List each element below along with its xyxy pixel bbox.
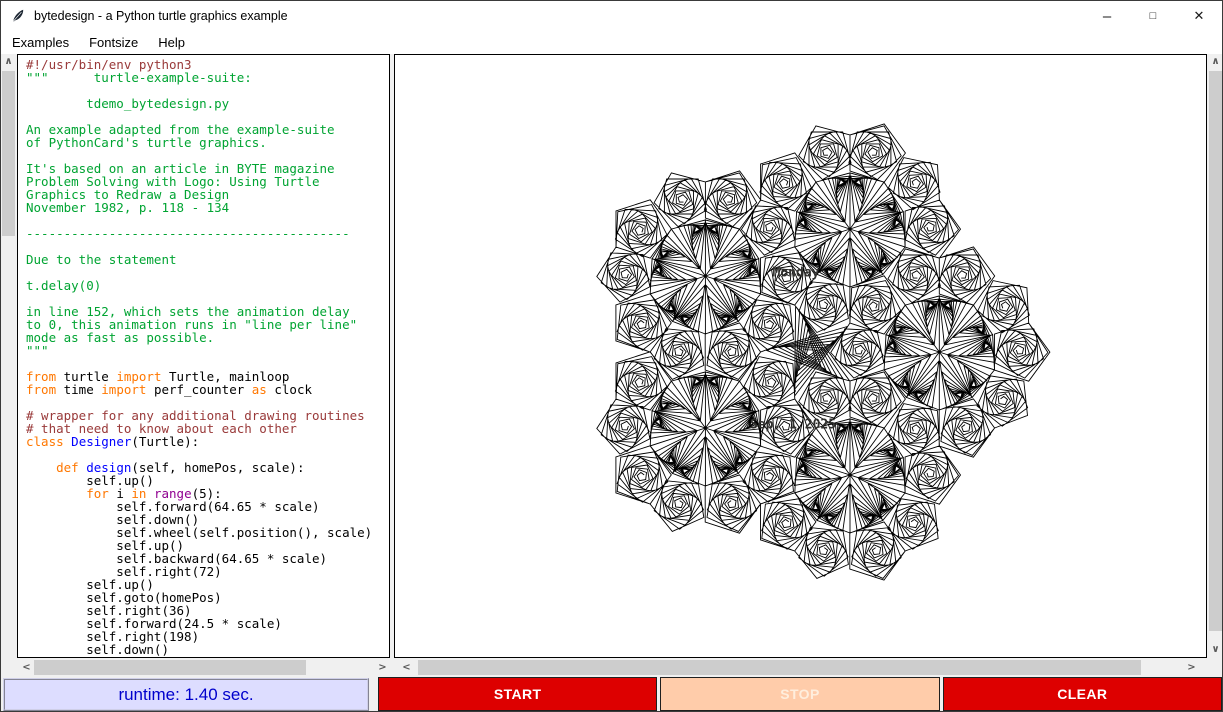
- menu-examples[interactable]: Examples: [2, 32, 79, 53]
- title-bar: bytedesign - a Python turtle graphics ex…: [1, 1, 1222, 31]
- runtime-label: runtime: 1.40 sec.: [3, 678, 369, 711]
- turtle-canvas[interactable]: Monday Sep. 1 2025: [394, 54, 1207, 658]
- scroll-left-icon[interactable]: <: [399, 660, 414, 675]
- menu-help[interactable]: Help: [148, 32, 195, 53]
- scrollbar-row: < > < >: [1, 659, 1222, 677]
- bytedesign-drawing: [395, 55, 1206, 657]
- window-title: bytedesign - a Python turtle graphics ex…: [34, 9, 288, 23]
- maximize-button[interactable]: □: [1130, 1, 1176, 31]
- canvas-vscroll-thumb[interactable]: [1209, 71, 1223, 631]
- scroll-up-icon[interactable]: ∧: [1208, 54, 1223, 69]
- scroll-down-icon[interactable]: ∨: [1208, 642, 1223, 657]
- bottom-bar: runtime: 1.40 sec. START STOP CLEAR: [1, 677, 1222, 712]
- code-vscroll-thumb[interactable]: [2, 71, 15, 236]
- scroll-right-icon[interactable]: >: [375, 660, 390, 675]
- menu-bar: Examples Fontsize Help: [1, 31, 1222, 54]
- start-button[interactable]: START: [378, 677, 657, 711]
- app-window: bytedesign - a Python turtle graphics ex…: [0, 0, 1223, 712]
- close-button[interactable]: ✕: [1176, 1, 1222, 31]
- feather-icon: [10, 8, 26, 24]
- canvas-text: Monday: [773, 266, 820, 281]
- code-text: #!/usr/bin/env python3""" turtle-example…: [18, 55, 389, 658]
- canvas-hscroll-thumb[interactable]: [418, 660, 1141, 675]
- main-area: ∧ ∨ #!/usr/bin/env python3""" turtle-exa…: [1, 54, 1222, 659]
- window-controls: – □ ✕: [1084, 1, 1222, 31]
- clear-button[interactable]: CLEAR: [943, 677, 1222, 711]
- minimize-button[interactable]: –: [1084, 1, 1130, 31]
- code-hscroll-thumb[interactable]: [34, 660, 306, 675]
- menu-fontsize[interactable]: Fontsize: [79, 32, 148, 53]
- code-vertical-scrollbar[interactable]: ∧ ∨: [1, 54, 16, 676]
- scroll-up-icon[interactable]: ∧: [1, 54, 16, 69]
- stop-button[interactable]: STOP: [660, 677, 939, 711]
- scroll-left-icon[interactable]: <: [19, 660, 34, 675]
- canvas-vertical-scrollbar[interactable]: ∧ ∨: [1208, 54, 1223, 658]
- code-horizontal-scrollbar[interactable]: < >: [17, 659, 390, 676]
- scroll-right-icon[interactable]: >: [1184, 660, 1199, 675]
- canvas-horizontal-scrollbar[interactable]: < >: [395, 659, 1206, 676]
- canvas-text: Sep. 1 2025: [750, 418, 836, 433]
- code-pane[interactable]: #!/usr/bin/env python3""" turtle-example…: [17, 54, 390, 658]
